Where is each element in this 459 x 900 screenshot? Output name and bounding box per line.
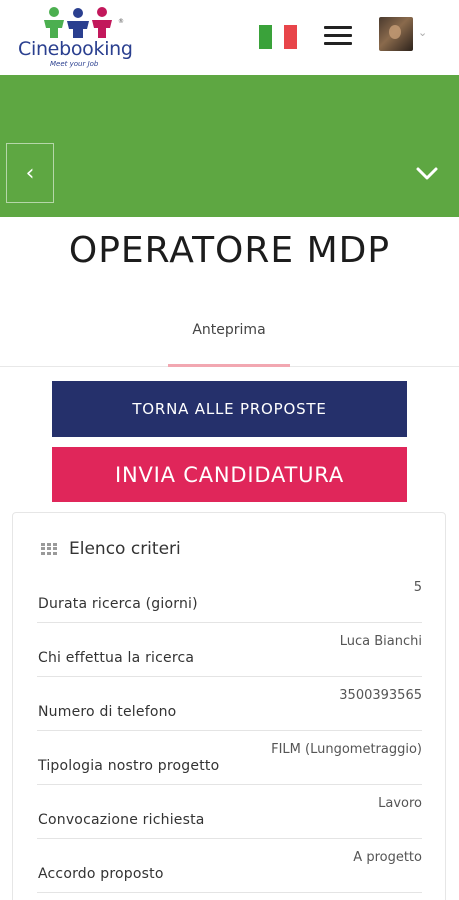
menu-bar bbox=[324, 34, 352, 37]
logo-registered-mark: ® bbox=[118, 18, 124, 25]
criteria-label: Convocazione richiesta bbox=[38, 812, 205, 828]
criteria-label: Numero di telefono bbox=[38, 704, 177, 720]
grid-icon bbox=[41, 543, 57, 555]
send-application-button[interactable]: INVIA CANDIDATURA bbox=[52, 447, 407, 502]
criteria-row: Convocazione richiesta Lavoro bbox=[37, 786, 422, 839]
hamburger-menu-button[interactable] bbox=[324, 26, 352, 48]
chevron-down-icon[interactable]: ⌄ bbox=[418, 26, 427, 39]
criteria-value: Lavoro bbox=[378, 796, 422, 811]
expand-chevron-down-button[interactable] bbox=[412, 160, 442, 188]
logo-figures-icon bbox=[44, 7, 112, 38]
logo-wordmark: Cinebooking bbox=[18, 38, 133, 60]
criteria-row: Accordo proposto A progetto bbox=[37, 840, 422, 893]
criteria-card: Elenco criteri Durata ricerca (giorni) 5… bbox=[12, 512, 446, 900]
criteria-row: Numero di telefono 3500393565 bbox=[37, 678, 422, 731]
criteria-value: 3500393565 bbox=[339, 688, 422, 703]
tab-anteprima[interactable]: Anteprima bbox=[168, 314, 290, 366]
criteria-value: 5 bbox=[413, 580, 422, 595]
job-title: OPERATORE MDP bbox=[68, 230, 391, 271]
criteria-label: Durata ricerca (giorni) bbox=[38, 596, 198, 612]
chevron-down-icon bbox=[416, 167, 438, 180]
criteria-value: A progetto bbox=[353, 850, 422, 865]
italian-flag-language-icon[interactable] bbox=[259, 25, 298, 49]
menu-bar bbox=[324, 26, 352, 29]
criteria-title: Elenco criteri bbox=[69, 539, 181, 559]
criteria-value: Luca Bianchi bbox=[339, 634, 422, 649]
criteria-row: Chi effettua la ricerca Luca Bianchi bbox=[37, 624, 422, 677]
active-tab-indicator bbox=[168, 364, 290, 367]
top-header: ® Cinebooking Meet your Job ⌄ bbox=[0, 0, 459, 75]
criteria-label: Chi effettua la ricerca bbox=[38, 650, 195, 666]
chevron-left-icon: ‹ bbox=[25, 160, 35, 186]
cinebooking-logo[interactable]: ® Cinebooking Meet your Job bbox=[14, 6, 144, 70]
back-to-proposals-button[interactable]: TORNA ALLE PROPOSTE bbox=[52, 381, 407, 437]
logo-tagline: Meet your Job bbox=[50, 60, 99, 68]
menu-bar bbox=[324, 42, 352, 45]
back-arrow-button[interactable]: ‹ bbox=[6, 143, 54, 203]
criteria-label: Tipologia nostro progetto bbox=[38, 758, 220, 774]
criteria-row: Tipologia nostro progetto FILM (Lungomet… bbox=[37, 732, 422, 785]
criteria-value: FILM (Lungometraggio) bbox=[271, 742, 422, 757]
criteria-card-header: Elenco criteri bbox=[41, 539, 181, 559]
criteria-row: Durata ricerca (giorni) 5 bbox=[37, 570, 422, 623]
user-avatar[interactable] bbox=[379, 17, 413, 51]
job-banner bbox=[0, 75, 459, 217]
criteria-label: Accordo proposto bbox=[38, 866, 164, 882]
